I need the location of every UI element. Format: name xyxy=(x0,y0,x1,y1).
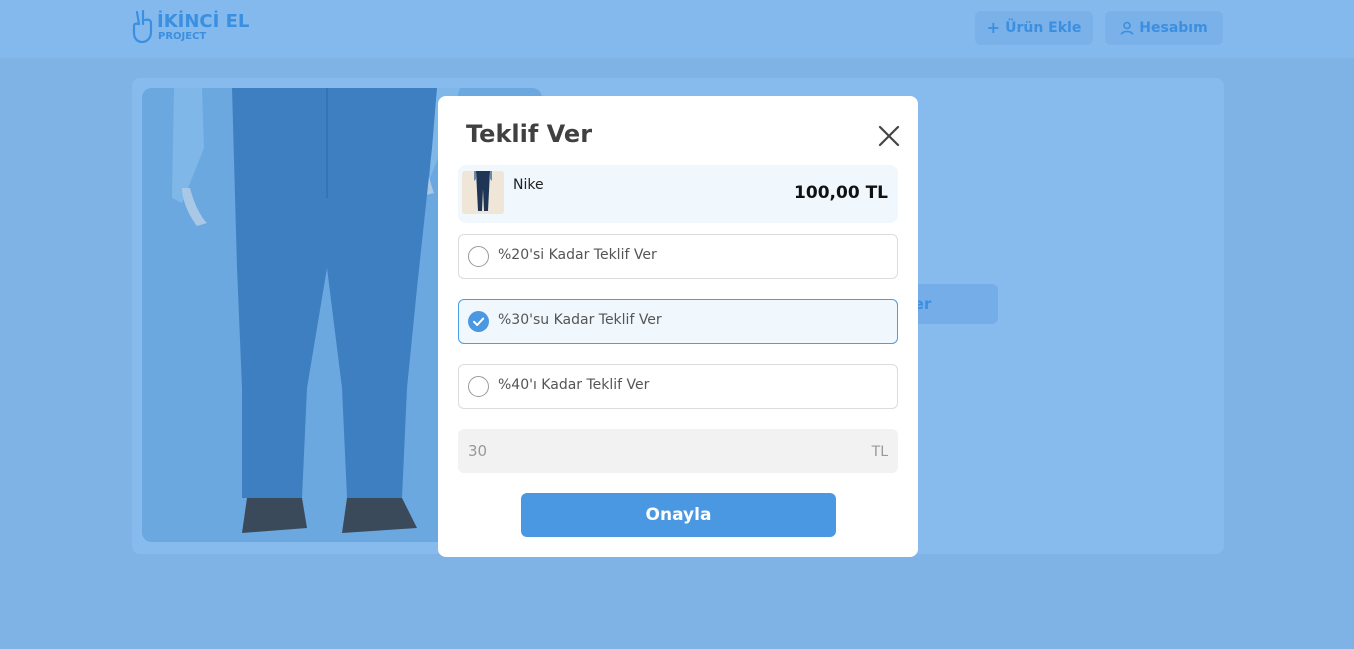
offer-amount-field[interactable]: TL xyxy=(458,429,898,473)
radio-button[interactable] xyxy=(468,246,489,267)
offer-option-40[interactable]: %40'ı Kadar Teklif Ver xyxy=(458,364,898,409)
account-label: Hesabım xyxy=(1139,20,1208,36)
site-logo[interactable]: İKİNCİ EL PROJECT xyxy=(131,10,249,46)
hand-peace-icon xyxy=(132,10,153,44)
product-thumbnail xyxy=(462,171,504,214)
check-icon xyxy=(473,317,485,326)
offer-option-label: %20'si Kadar Teklif Ver xyxy=(498,247,657,263)
top-navbar: İKİNCİ EL PROJECT + Ürün Ekle Hesabım xyxy=(0,0,1354,58)
close-icon[interactable] xyxy=(876,123,902,149)
offer-option-30[interactable]: %30'su Kadar Teklif Ver xyxy=(458,299,898,344)
user-icon xyxy=(1120,21,1134,35)
offer-option-label: %40'ı Kadar Teklif Ver xyxy=(498,377,650,393)
plus-icon: + xyxy=(986,18,1001,37)
currency-unit: TL xyxy=(871,444,888,460)
offer-amount-input[interactable] xyxy=(458,429,848,473)
logo-title: İKİNCİ EL xyxy=(157,11,250,32)
product-price: 100,00 TL xyxy=(794,183,888,203)
offer-option-20[interactable]: %20'si Kadar Teklif Ver xyxy=(458,234,898,279)
offer-option-label: %30'su Kadar Teklif Ver xyxy=(498,312,662,328)
account-button[interactable]: Hesabım xyxy=(1105,11,1223,45)
confirm-button[interactable]: Onayla xyxy=(521,493,836,537)
logo-subtitle: PROJECT xyxy=(158,31,207,42)
radio-button[interactable] xyxy=(468,376,489,397)
add-product-button[interactable]: + Ürün Ekle xyxy=(975,11,1093,45)
radio-button-checked[interactable] xyxy=(468,311,489,332)
offer-modal: Teklif Ver Nike 100,00 TL %20'si Kadar T… xyxy=(438,96,918,557)
product-name: Nike xyxy=(513,177,544,193)
product-summary: Nike 100,00 TL xyxy=(458,165,898,223)
add-product-label: Ürün Ekle xyxy=(1005,20,1082,36)
modal-title: Teklif Ver xyxy=(466,120,593,148)
